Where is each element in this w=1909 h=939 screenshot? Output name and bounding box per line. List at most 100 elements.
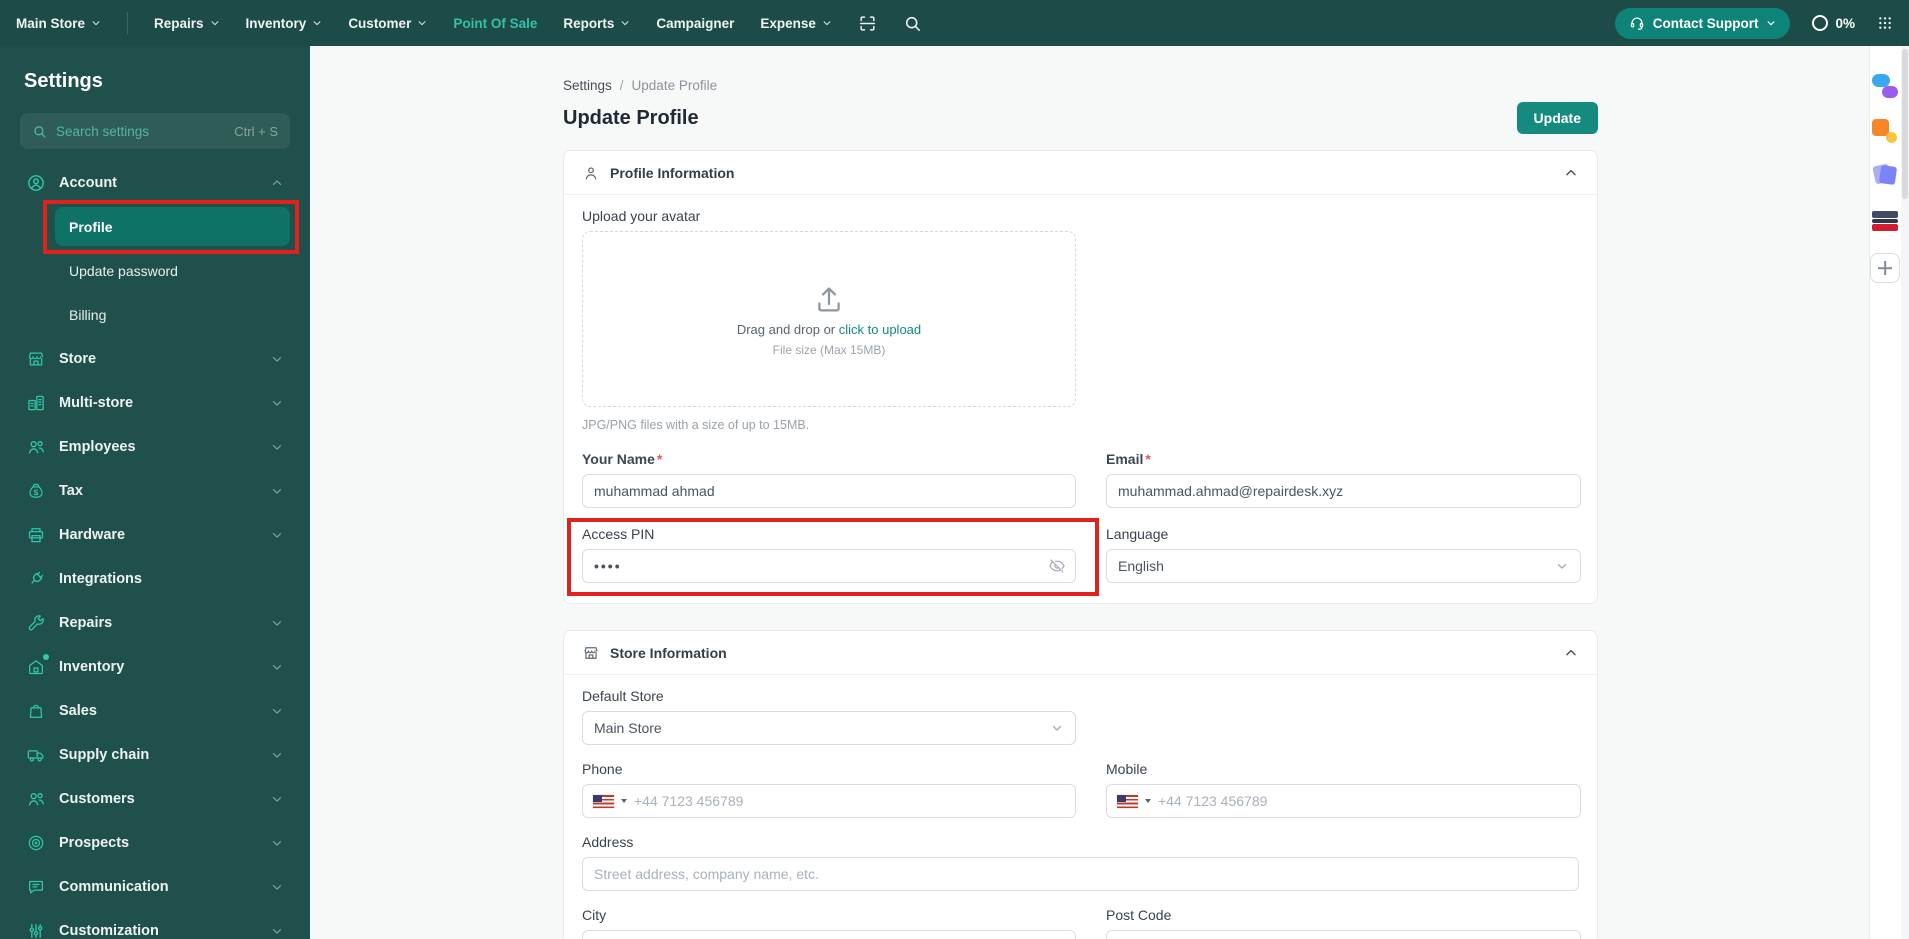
sidebar-item-hardware[interactable]: Hardware [20,513,290,557]
settings-sidebar: Settings Search settings Ctrl + S Accoun… [0,46,310,939]
language-select[interactable]: English [1106,549,1581,583]
phone-field-group: Phone [582,761,1076,818]
post-code-input[interactable] [1106,930,1581,939]
nav-item-point-of-sale[interactable]: Point Of Sale [453,16,537,31]
click-to-upload-link[interactable]: click to upload [839,322,921,337]
chevron-down-icon [270,660,284,674]
nav-item-label: Customer [348,15,412,31]
chevron-down-icon [270,704,284,718]
chat-app-icon[interactable] [1872,73,1898,99]
phone-input-wrap [582,784,1076,818]
sidebar-item-prospects[interactable]: Prospects [20,821,290,865]
language-label: Language [1106,526,1169,542]
default-store-field-group: Default Store Main Store [582,688,1076,745]
city-field-group: City [582,907,1076,939]
nav-item-main-store[interactable]: Main Store [16,16,101,31]
chevron-down-icon [270,748,284,762]
chevron-down-icon [270,880,284,894]
access-pin-label: Access PIN [582,526,655,542]
nav-item-campaigner[interactable]: Campaigner [656,16,734,31]
sales-icon [26,701,46,721]
nav-item-expense[interactable]: Expense [760,16,832,31]
chevron-down-icon [270,528,284,542]
access-pin-field-group: Access PIN [567,518,1099,596]
chevron-down-icon [91,18,101,28]
storage-usage-indicator[interactable]: 0% [1812,15,1855,31]
collapse-chevron-up-icon[interactable] [1563,165,1579,181]
nav-item-repairs[interactable]: Repairs [154,16,220,31]
stack-app-icon[interactable] [1872,208,1898,234]
breadcrumb-settings[interactable]: Settings [563,78,612,93]
update-button[interactable]: Update [1516,102,1598,134]
us-flag-icon[interactable] [1117,794,1138,808]
breadcrumb-separator: / [619,78,624,93]
sidebar-item-account[interactable]: Account [20,161,290,205]
avatar-label: Upload your avatar [582,208,701,224]
plus-app-button[interactable] [1870,253,1900,283]
shapes-app-icon[interactable] [1872,118,1898,144]
sidebar-item-label: Account [59,175,117,191]
sidebar-subitem-profile[interactable]: Profile [43,200,299,254]
chevron-down-icon [1052,725,1062,731]
default-store-value: Main Store [594,720,662,736]
chevron-down-icon [270,924,284,938]
email-input[interactable] [1106,474,1581,508]
mobile-input[interactable] [1158,793,1570,809]
address-input[interactable] [582,857,1579,891]
name-label: Your Name * [582,451,663,467]
nav-item-label: Campaigner [656,15,735,31]
avatar-dropzone[interactable]: Drag and drop or click to upload File si… [582,231,1076,407]
nav-item-customer[interactable]: Customer [348,16,427,31]
sidebar-item-communication[interactable]: Communication [20,865,290,909]
scan-icon[interactable] [858,14,877,33]
eye-off-icon[interactable] [1048,557,1066,575]
sidebar-item-store[interactable]: Store [20,337,290,381]
sidebar-item-inventory[interactable]: Inventory [20,645,290,689]
flag-dropdown-caret[interactable] [1145,799,1151,803]
phone-input[interactable] [634,793,1065,809]
sidebar-subitem-billing[interactable]: Billing [20,293,290,337]
multi-store-icon [26,393,46,413]
nav-item-inventory[interactable]: Inventory [246,16,323,31]
usage-ring-icon [1812,15,1829,31]
nav-item-label: Main Store [16,15,86,31]
sidebar-item-repairs[interactable]: Repairs [20,601,290,645]
post-code-label: Post Code [1106,907,1172,923]
profile-card-title: Profile Information [610,164,735,181]
sidebar-nav-list: Account Profile Update password Billing Stor… [20,161,299,939]
sidebar-item-supply-chain[interactable]: Supply chain [20,733,290,777]
nav-item-reports[interactable]: Reports [563,16,630,31]
chevron-down-icon [1766,18,1776,28]
sidebar-item-sales[interactable]: Sales [20,689,290,733]
us-flag-icon[interactable] [593,794,614,808]
city-input[interactable] [582,930,1076,939]
language-field-group: Language English [1106,526,1581,583]
name-input[interactable] [582,474,1076,508]
sidebar-item-customization[interactable]: Customization [20,909,290,939]
customers-icon [26,789,46,809]
access-pin-input[interactable] [582,549,1076,583]
cards-app-icon[interactable] [1872,163,1898,189]
scrollbar-thumb[interactable] [1902,49,1908,199]
collapse-chevron-up-icon[interactable] [1563,645,1579,661]
search-icon[interactable] [903,14,922,33]
sidebar-item-label: Sales [59,703,97,719]
sidebar-item-employees[interactable]: Employees [20,425,290,469]
customization-icon [26,921,46,939]
nav-item-label: Repairs [154,15,204,31]
sidebar-item-label: Repairs [59,615,113,631]
scrollbar-track[interactable] [1901,46,1909,939]
sidebar-subitem-update-password[interactable]: Update password [20,249,290,293]
sidebar-item-multi-store[interactable]: Multi-store [20,381,290,425]
default-store-select[interactable]: Main Store [582,711,1076,745]
contact-support-button[interactable]: Contact Support [1614,7,1791,39]
sidebar-item-integrations[interactable]: Integrations [20,557,290,601]
post-code-field-group: Post Code [1106,907,1581,939]
apps-grid-icon[interactable] [1877,15,1893,31]
sidebar-item-customers[interactable]: Customers [20,777,290,821]
search-settings-input[interactable]: Search settings Ctrl + S [20,113,290,149]
sidebar-item-tax[interactable]: Tax [20,469,290,513]
flag-dropdown-caret[interactable] [621,799,627,803]
sidebar-item-label: Employees [59,439,136,455]
store-icon [26,349,46,369]
